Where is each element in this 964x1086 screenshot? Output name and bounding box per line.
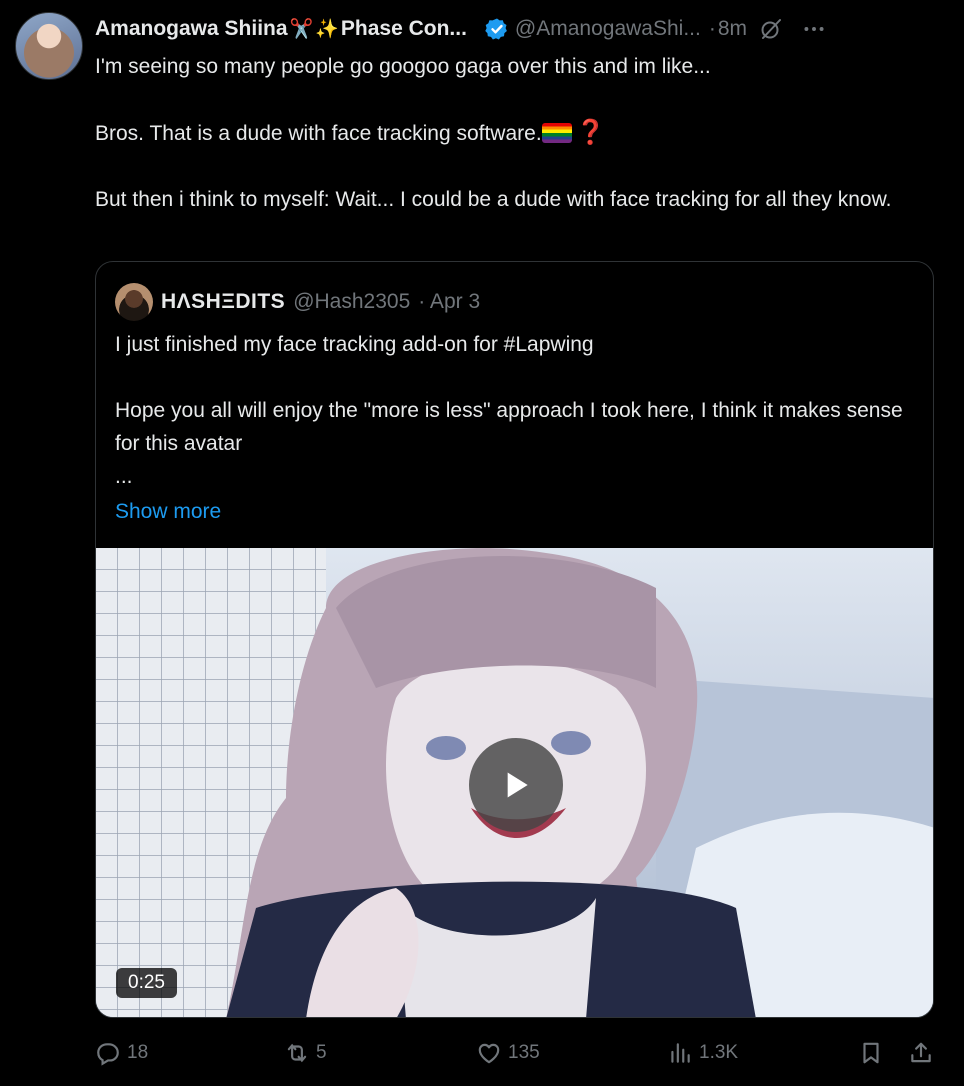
quote-author-handle[interactable]: @Hash2305 [293,290,410,314]
quote-header: HΛSHΞDITS @Hash2305 · Apr 3 [115,283,480,321]
tweet-header: Amanogawa Shiina ✂️ ✨ Phase Con... @Aman… [95,14,945,44]
sparkles-emoji: ✨ [315,19,339,40]
tweet-paragraph: I'm seeing so many people go googoo gaga… [95,55,711,78]
repost-button[interactable]: 5 [284,1040,327,1066]
like-icon [478,1043,500,1064]
bookmark-icon [863,1042,879,1064]
quote-author-avatar[interactable] [115,283,153,321]
tweet-text: I'm seeing so many people go googoo gaga… [95,50,925,216]
play-button[interactable] [469,738,563,832]
scissors-emoji: ✂️ [289,19,314,40]
views-count: 1.3K [699,1042,739,1063]
tweet-paragraph-with-emoji: Bros. That is a dude with face tracking … [95,116,925,150]
like-button[interactable]: 135 [476,1040,540,1066]
separator-dot: · [708,17,716,40]
quote-author-name[interactable]: HΛSHΞDITS [161,290,285,314]
grok-icon[interactable] [759,17,783,41]
more-icon[interactable] [801,16,827,42]
share-icon [911,1042,931,1063]
author-name-suffix[interactable]: Phase Con... [341,17,467,41]
views-icon [671,1043,690,1063]
repost-count: 5 [316,1042,327,1063]
play-icon [507,772,528,798]
author-handle[interactable]: @AmanogawaShi... [515,17,701,41]
reply-button[interactable]: 18 [95,1040,148,1066]
like-count: 135 [508,1042,540,1063]
reply-icon [97,1043,119,1066]
video-player[interactable]: 0:25 [96,548,933,1017]
action-bar: 18 5 135 1.3K [95,1040,945,1072]
question-mark-emoji: ❓ [575,119,606,146]
repost-icon [287,1043,307,1063]
tweet-time[interactable]: 8m [718,17,747,41]
quote-ellipsis: ... [115,465,133,488]
author-name[interactable]: Amanogawa Shiina [95,17,288,41]
tweet-paragraph: Bros. That is a dude with face tracking … [95,122,542,145]
bookmark-button[interactable] [858,1040,890,1066]
verified-badge-icon [485,18,507,40]
views-button[interactable]: 1.3K [667,1040,738,1066]
show-more-link[interactable]: Show more [115,495,221,528]
video-duration: 0:25 [116,968,177,998]
quote-paragraph: I just finished my face tracking add-on … [115,333,594,356]
tweet-paragraph: But then i think to myself: Wait... I co… [95,188,892,211]
reply-count: 18 [127,1042,149,1063]
author-avatar[interactable] [15,12,83,80]
quote-date: · Apr 3 [418,290,481,313]
quote-paragraph: Hope you all will enjoy the "more is les… [115,399,903,455]
quote-text: I just finished my face tracking add-on … [115,328,905,528]
share-button[interactable] [908,1040,940,1066]
quoted-tweet[interactable]: HΛSHΞDITS @Hash2305 · Apr 3 I just finis… [95,261,934,1018]
rainbow-flag-emoji [541,123,572,143]
